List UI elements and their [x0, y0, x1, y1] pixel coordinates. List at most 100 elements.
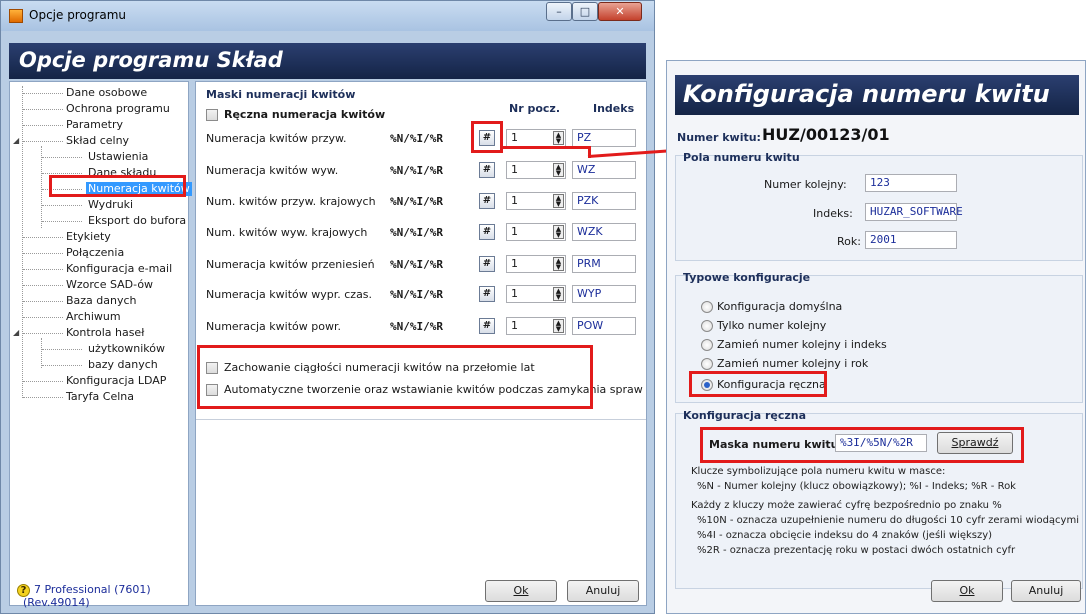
index-input[interactable]: WZ	[572, 161, 636, 179]
col-index-header: Indeks	[593, 102, 635, 115]
ok-label: Ok	[513, 584, 529, 597]
mask-edit-button[interactable]: #	[479, 318, 495, 334]
serial-input[interactable]: 123	[865, 174, 957, 192]
tree-item-dane-osobowe[interactable]: Dane osobowe	[66, 86, 147, 100]
fields-section-title: Pola numeru kwitu	[683, 151, 800, 164]
tree-connector	[41, 338, 42, 368]
tree-connector	[22, 86, 23, 398]
hint-line: %N - Numer kolejny (klucz obowiązkowy); …	[697, 481, 1016, 492]
tree-item-wzorce-sad[interactable]: Wzorce SAD-ów	[66, 278, 153, 292]
ok-button[interactable]: Ok	[931, 580, 1003, 602]
index-input[interactable]: POW	[572, 317, 636, 335]
row-mask: %N/%I/%R	[390, 320, 443, 333]
radio-swap-year-label: Zamień numer kolejny i rok	[717, 357, 869, 370]
year-input[interactable]: 2001	[865, 231, 957, 249]
index-input[interactable]: HUZAR_SOFTWARE	[865, 203, 963, 221]
hint-line: %2R - oznacza prezentację roku w postaci…	[697, 545, 1016, 556]
highlight-frame	[700, 427, 1024, 463]
highlight-frame	[689, 371, 827, 397]
tree-item-parametry[interactable]: Parametry	[66, 118, 123, 132]
mask-edit-button[interactable]: #	[479, 286, 495, 302]
tree-item-eksport[interactable]: Eksport do bufora	[88, 214, 186, 228]
radio-default[interactable]	[701, 301, 713, 313]
page-banner: Opcje programu Skład	[9, 43, 646, 79]
index-input[interactable]: WZK	[572, 223, 636, 241]
row-label: Num. kwitów przyw. krajowych	[206, 195, 376, 208]
spinner[interactable]: ▲ ▼	[553, 225, 564, 239]
collapse-icon[interactable]: ◢	[13, 136, 19, 145]
spinner[interactable]: ▲ ▼	[553, 163, 564, 177]
hint-line: %10N - oznacza uzupełnienie numeru do dł…	[697, 515, 1079, 526]
options-tree[interactable]: Dane osobowe Ochrona programu Parametry …	[9, 81, 192, 606]
highlight-frame	[471, 121, 503, 153]
spinner[interactable]: ▲ ▼	[553, 257, 564, 271]
index-input[interactable]: PZ	[572, 129, 636, 147]
cancel-button[interactable]: Anuluj	[567, 580, 639, 602]
spinner[interactable]: ▲ ▼	[553, 287, 564, 301]
collapse-icon[interactable]: ◢	[13, 328, 19, 337]
tree-item-kontrola-hasel[interactable]: Kontrola haseł	[66, 326, 144, 340]
row-label: Numeracja kwitów wyw.	[206, 164, 339, 177]
tree-item-uzytkownikow[interactable]: użytkowników	[88, 342, 165, 356]
radio-serial-only[interactable]	[701, 320, 713, 332]
tree-item-wydruki[interactable]: Wydruki	[88, 198, 133, 212]
tree-item-baza-danych[interactable]: Baza danych	[66, 294, 137, 308]
receipt-number-label: Numer kwitu:	[677, 131, 761, 144]
manual-numbering-checkbox[interactable]	[206, 109, 218, 121]
version-info[interactable]: ? 7 Professional (7601) (Rev.49014)	[17, 584, 151, 609]
row-mask: %N/%I/%R	[390, 164, 443, 177]
tree-item-sklad-celny[interactable]: Skład celny	[66, 134, 129, 148]
hint-line: %4I - oznacza obcięcie indeksu do 4 znak…	[697, 530, 993, 541]
mask-edit-button[interactable]: #	[479, 256, 495, 272]
index-input[interactable]: PZK	[572, 192, 636, 210]
tree-item-email[interactable]: Konfiguracja e-mail	[66, 262, 172, 276]
tree-item-ldap[interactable]: Konfiguracja LDAP	[66, 374, 166, 388]
row-label: Numeracja kwitów wypr. czas.	[206, 288, 373, 301]
numbering-panel: Maski numeracji kwitów Ręczna numeracja …	[195, 81, 647, 606]
dialog-banner: Konfiguracja numeru kwitu	[675, 75, 1079, 115]
tree-item-polaczenia[interactable]: Połączenia	[66, 246, 124, 260]
tree-item-ochrona[interactable]: Ochrona programu	[66, 102, 170, 116]
hint-line: Każdy z kluczy może zawierać cyfrę bezpo…	[691, 500, 1002, 511]
app-icon	[9, 9, 23, 23]
callout-arrow	[500, 146, 590, 149]
radio-swap-index-label: Zamień numer kolejny i indeks	[717, 338, 887, 351]
radio-swap-index[interactable]	[701, 339, 713, 351]
row-label: Num. kwitów wyw. krajowych	[206, 226, 368, 239]
spinner[interactable]: ▲ ▼	[553, 194, 564, 208]
mask-edit-button[interactable]: #	[479, 193, 495, 209]
highlight-frame	[197, 345, 593, 409]
row-label: Numeracja kwitów przyw.	[206, 132, 347, 145]
serial-label: Numer kolejny:	[764, 178, 847, 191]
spinner[interactable]: ▲ ▼	[553, 131, 564, 145]
tree-item-etykiety[interactable]: Etykiety	[66, 230, 111, 244]
row-mask: %N/%I/%R	[390, 288, 443, 301]
manual-numbering-label: Ręczna numeracja kwitów	[224, 108, 386, 121]
row-mask: %N/%I/%R	[390, 132, 443, 145]
tree-item-ustawienia[interactable]: Ustawienia	[88, 150, 148, 164]
title-bar[interactable]: Opcje programu – □ ✕	[1, 1, 654, 31]
mask-edit-button[interactable]: #	[479, 224, 495, 240]
tree-item-bazy-danych[interactable]: bazy danych	[88, 358, 158, 372]
maximize-button[interactable]: □	[572, 2, 598, 21]
index-input[interactable]: PRM	[572, 255, 636, 273]
close-button[interactable]: ✕	[598, 2, 642, 21]
ok-button[interactable]: Ok	[485, 580, 557, 602]
tree-item-taryfa-celna[interactable]: Taryfa Celna	[66, 390, 134, 404]
index-input[interactable]: WYP	[572, 285, 636, 303]
radio-swap-year[interactable]	[701, 358, 713, 370]
spinner[interactable]: ▲ ▼	[553, 319, 564, 333]
minimize-button[interactable]: –	[546, 2, 572, 21]
manual-section-title: Konfiguracja ręczna	[683, 409, 807, 422]
tree-item-archiwum[interactable]: Archiwum	[66, 310, 121, 324]
row-mask: %N/%I/%R	[390, 195, 443, 208]
highlight-frame	[49, 175, 186, 197]
version-line1: 7 Professional (7601)	[34, 583, 151, 596]
receipt-number-value: HUZ/00123/01	[762, 125, 890, 144]
tree-connector	[41, 146, 42, 228]
year-label: Rok:	[837, 235, 861, 248]
window-title: Opcje programu	[29, 8, 127, 22]
version-line2: (Rev.49014)	[23, 596, 90, 609]
cancel-button[interactable]: Anuluj	[1011, 580, 1081, 602]
mask-edit-button[interactable]: #	[479, 162, 495, 178]
